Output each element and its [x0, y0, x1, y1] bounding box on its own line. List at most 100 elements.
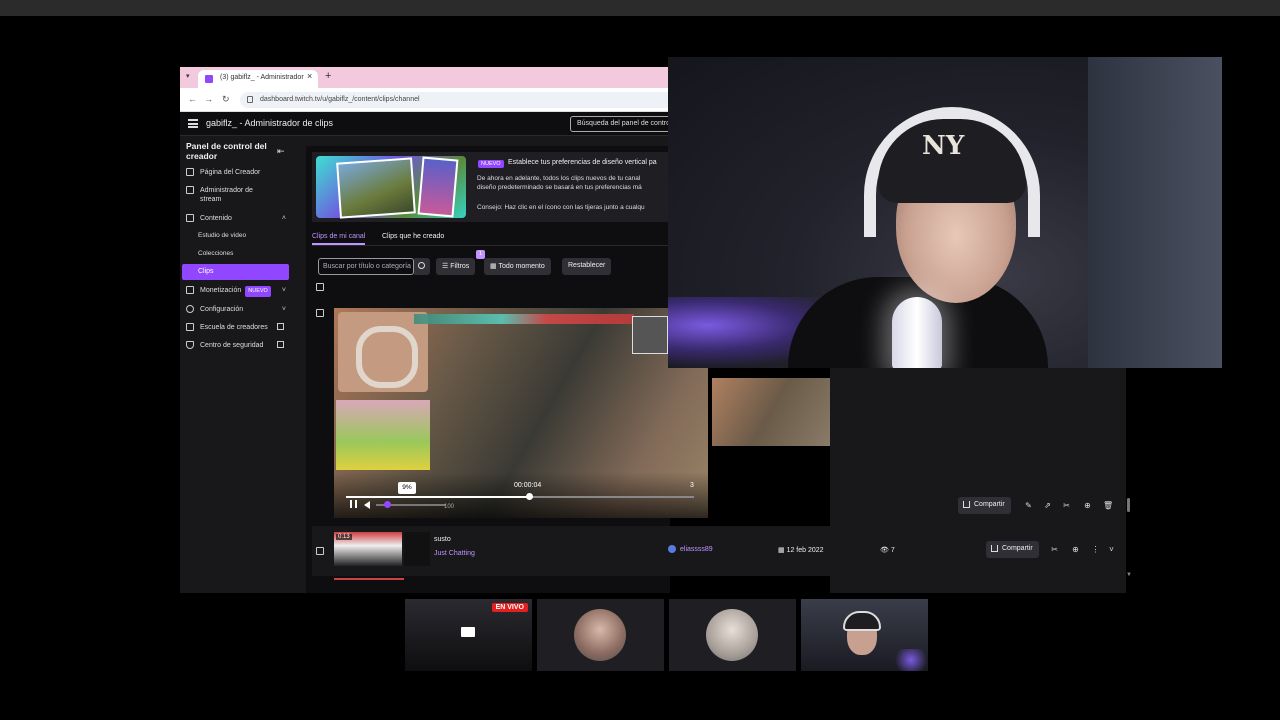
participant-screen-share[interactable]: EN VIVO — [405, 599, 532, 671]
video-overlay-image — [336, 400, 430, 470]
clip-views: 👁 7 — [880, 547, 895, 554]
clip-search-input[interactable]: Buscar por título o categoría — [318, 258, 414, 275]
volume-max-label: 100 — [444, 504, 455, 510]
tab-clips-i-created[interactable]: Clips que he creado — [382, 233, 444, 240]
sidebar: Panel de control del creador ⇤ Página de… — [180, 136, 294, 593]
pause-icon[interactable] — [350, 500, 357, 508]
reload-icon[interactable]: ↻ — [222, 94, 230, 105]
tab-my-channel-clips[interactable]: Clips de mi canal — [312, 233, 366, 245]
new-badge: NUEVO — [245, 286, 271, 297]
game-minimap — [338, 312, 428, 392]
scrub-handle[interactable] — [526, 493, 533, 500]
share-button[interactable]: Compartir — [958, 497, 1011, 514]
more-options-icon[interactable]: ⋮ — [1091, 545, 1100, 554]
lock-icon — [247, 96, 253, 103]
scissors-icon[interactable]: ✂ — [1050, 545, 1059, 554]
trash-icon[interactable]: 🗑 — [1103, 501, 1113, 510]
sidebar-title: Panel de control del creador — [186, 141, 267, 161]
share-icon — [963, 501, 970, 508]
page-title: gabiflz_ - Administrador de clips — [206, 118, 334, 128]
filters-button[interactable]: ☰ Filtros — [436, 258, 476, 275]
banner-illustration — [316, 156, 466, 219]
scrollbar[interactable] — [1127, 498, 1130, 512]
search-icon[interactable] — [414, 258, 430, 275]
clip-vertical-thumbnail — [404, 532, 430, 566]
avatar — [574, 609, 626, 661]
progress-bar[interactable] — [346, 496, 694, 498]
time-range-button[interactable]: ▦ Todo momento — [484, 258, 551, 275]
volume-handle[interactable] — [384, 501, 391, 508]
external-link-icon — [277, 323, 284, 330]
scissors-icon[interactable]: ✂ — [1062, 501, 1071, 510]
clip-title[interactable]: susto — [434, 536, 451, 543]
external-link-icon[interactable]: ⇗ — [1043, 501, 1052, 510]
cap-logo: NY — [922, 131, 965, 161]
participant-tile[interactable] — [669, 599, 796, 671]
select-all-checkbox[interactable] — [316, 283, 324, 291]
new-badge: NUEVO — [478, 160, 504, 168]
clip-video-player[interactable]: 00:00:04 3 9% 100 — [334, 308, 708, 518]
vertical-layout-banner: NUEVO Establece tus preferencias de dise… — [312, 152, 670, 222]
address-bar[interactable]: dashboard.twitch.tv/u/gabiflz_/content/c… — [240, 92, 670, 108]
clip-end-marker: 3 — [690, 482, 694, 489]
scroll-down-icon[interactable]: ▼ — [1126, 572, 1132, 578]
close-tab-icon[interactable]: × — [307, 71, 312, 81]
banner-tip: Consejo: Haz clic en el ícono con las ti… — [477, 204, 645, 211]
os-top-bar — [0, 0, 1280, 16]
gear-icon — [186, 305, 194, 313]
clip-checkbox[interactable] — [316, 547, 324, 555]
sidebar-item-clips[interactable]: Clips — [182, 264, 289, 280]
monetization-icon — [186, 286, 194, 294]
twitch-favicon-icon — [205, 75, 213, 83]
reset-button[interactable]: Restablecer — [562, 258, 612, 275]
avatar — [668, 545, 676, 553]
volume-icon[interactable] — [364, 501, 370, 509]
clip-category[interactable]: Just Chatting — [434, 550, 475, 557]
video-webcam-overlay — [632, 316, 668, 354]
live-badge: EN VIVO — [491, 603, 528, 612]
avatar — [706, 609, 758, 661]
game-hud — [414, 314, 634, 324]
participant-webcam-tile[interactable] — [801, 599, 928, 671]
clip-creator[interactable]: eliassss89 — [680, 546, 713, 553]
tab-title: (3) gabiflz_ - Administrador — [220, 74, 304, 81]
browser-toolbar: ← → ↻ dashboard.twitch.tv/u/gabiflz_/con… — [180, 88, 670, 112]
add-icon[interactable]: ⊕ — [1083, 501, 1092, 510]
sidebar-item-collections[interactable]: Colecciones — [198, 250, 233, 257]
add-icon[interactable]: ⊕ — [1071, 545, 1080, 554]
url-text: dashboard.twitch.tv/u/gabiflz_/content/c… — [260, 96, 420, 103]
browser-tab[interactable]: (3) gabiflz_ - Administrador — [198, 70, 318, 88]
banner-heading: Establece tus preferencias de diseño ver… — [508, 159, 657, 166]
edit-icon[interactable]: ✎ — [1024, 501, 1033, 510]
timecode: 00:00:04 — [514, 482, 542, 489]
clips-tabs: Clips de mi canal Clips que he creado — [312, 232, 670, 246]
chevron-up-icon: ˄ — [281, 215, 286, 222]
school-icon — [186, 323, 194, 331]
share-button[interactable]: Compartir — [986, 541, 1039, 558]
microphone — [892, 297, 942, 368]
participant-tile[interactable] — [537, 599, 664, 671]
content-icon — [186, 214, 194, 222]
broadcast-icon — [186, 186, 194, 194]
tab-list-icon[interactable]: ▾ — [186, 72, 190, 80]
webcam-feed: NY — [668, 57, 1222, 368]
chevron-down-icon: ˅ — [281, 287, 286, 294]
banner-text: De ahora en adelante, todos los clips nu… — [477, 175, 642, 191]
player-controls — [334, 472, 708, 518]
menu-icon[interactable] — [188, 119, 198, 128]
new-tab-icon[interactable]: + — [325, 70, 331, 82]
forward-icon[interactable]: → — [204, 94, 213, 104]
sidebar-item-video-studio[interactable]: Estudio de video — [198, 232, 246, 239]
collapse-sidebar-icon[interactable]: ⇤ — [277, 146, 285, 157]
clip-vertical-preview — [712, 368, 830, 518]
clip-date: ▦ 12 feb 2022 — [778, 547, 824, 554]
filter-bar: Buscar por título o categoría ☰ Filtros … — [312, 250, 670, 278]
volume-tooltip: 9% — [398, 482, 416, 494]
back-icon[interactable]: ← — [188, 94, 197, 104]
share-icon — [991, 545, 998, 552]
dashboard-search-input[interactable]: Búsqueda del panel de control — [570, 116, 670, 132]
clip-checkbox[interactable] — [316, 309, 324, 317]
chevron-down-icon[interactable]: ˅ — [1107, 545, 1116, 554]
tab-strip: ▾ (3) gabiflz_ - Administrador × + — [180, 67, 670, 88]
external-link-icon — [277, 341, 284, 348]
